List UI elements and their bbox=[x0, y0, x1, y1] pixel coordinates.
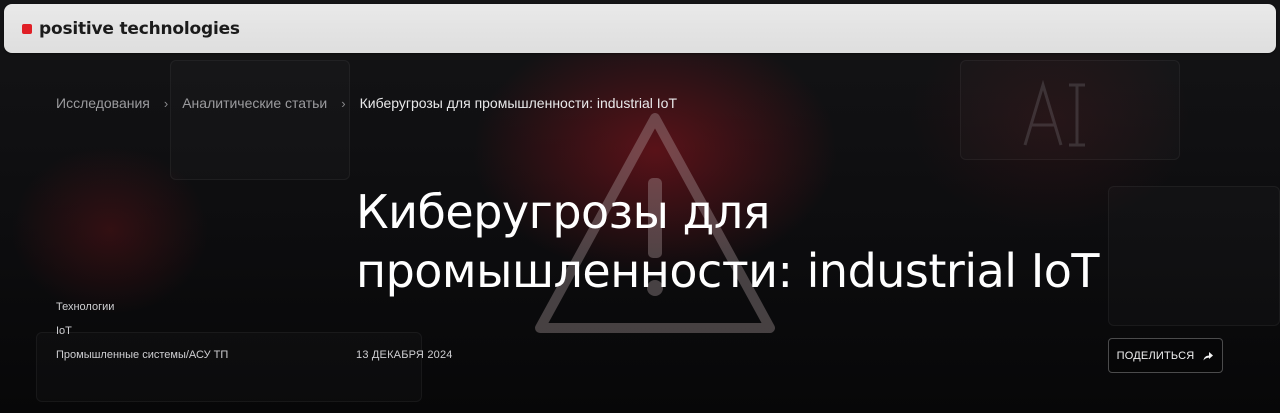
chevron-right-icon: › bbox=[163, 95, 169, 111]
title-line-2: промышленности: industrial IoT bbox=[356, 244, 1100, 298]
title-line-1: Киберугрозы для bbox=[356, 185, 770, 239]
ai-symbol-icon bbox=[1023, 80, 1085, 147]
tag-iot[interactable]: IoT bbox=[56, 325, 228, 337]
tag-industrial-systems[interactable]: Промышленные системы/АСУ ТП bbox=[56, 349, 228, 361]
breadcrumb: Исследования › Аналитические статьи › Ки… bbox=[56, 95, 677, 111]
share-arrow-icon bbox=[1202, 350, 1214, 362]
breadcrumb-current: Киберугрозы для промышленности: industri… bbox=[359, 95, 677, 111]
logo-text[interactable]: positive technologies bbox=[39, 19, 240, 39]
share-button[interactable]: ПОДЕЛИТЬСЯ bbox=[1108, 338, 1223, 373]
publish-date: 13 ДЕКАБРЯ 2024 bbox=[356, 349, 453, 361]
breadcrumb-item-analytics[interactable]: Аналитические статьи bbox=[182, 95, 327, 111]
tag-list: Технологии IoT Промышленные системы/АСУ … bbox=[56, 301, 228, 373]
site-header: positive technologies bbox=[4, 4, 1276, 53]
hero-section: positive technologies Исследования › Ана… bbox=[0, 0, 1280, 413]
background-panel bbox=[960, 60, 1180, 160]
tag-technologies[interactable]: Технологии bbox=[56, 301, 228, 313]
background-panel bbox=[170, 60, 350, 180]
chevron-right-icon: › bbox=[341, 95, 346, 111]
page-title: Киберугрозы для промышленности: industri… bbox=[356, 183, 1236, 301]
breadcrumb-item-research[interactable]: Исследования bbox=[56, 95, 150, 111]
logo-square-icon bbox=[22, 24, 32, 34]
share-button-label: ПОДЕЛИТЬСЯ bbox=[1116, 349, 1195, 362]
